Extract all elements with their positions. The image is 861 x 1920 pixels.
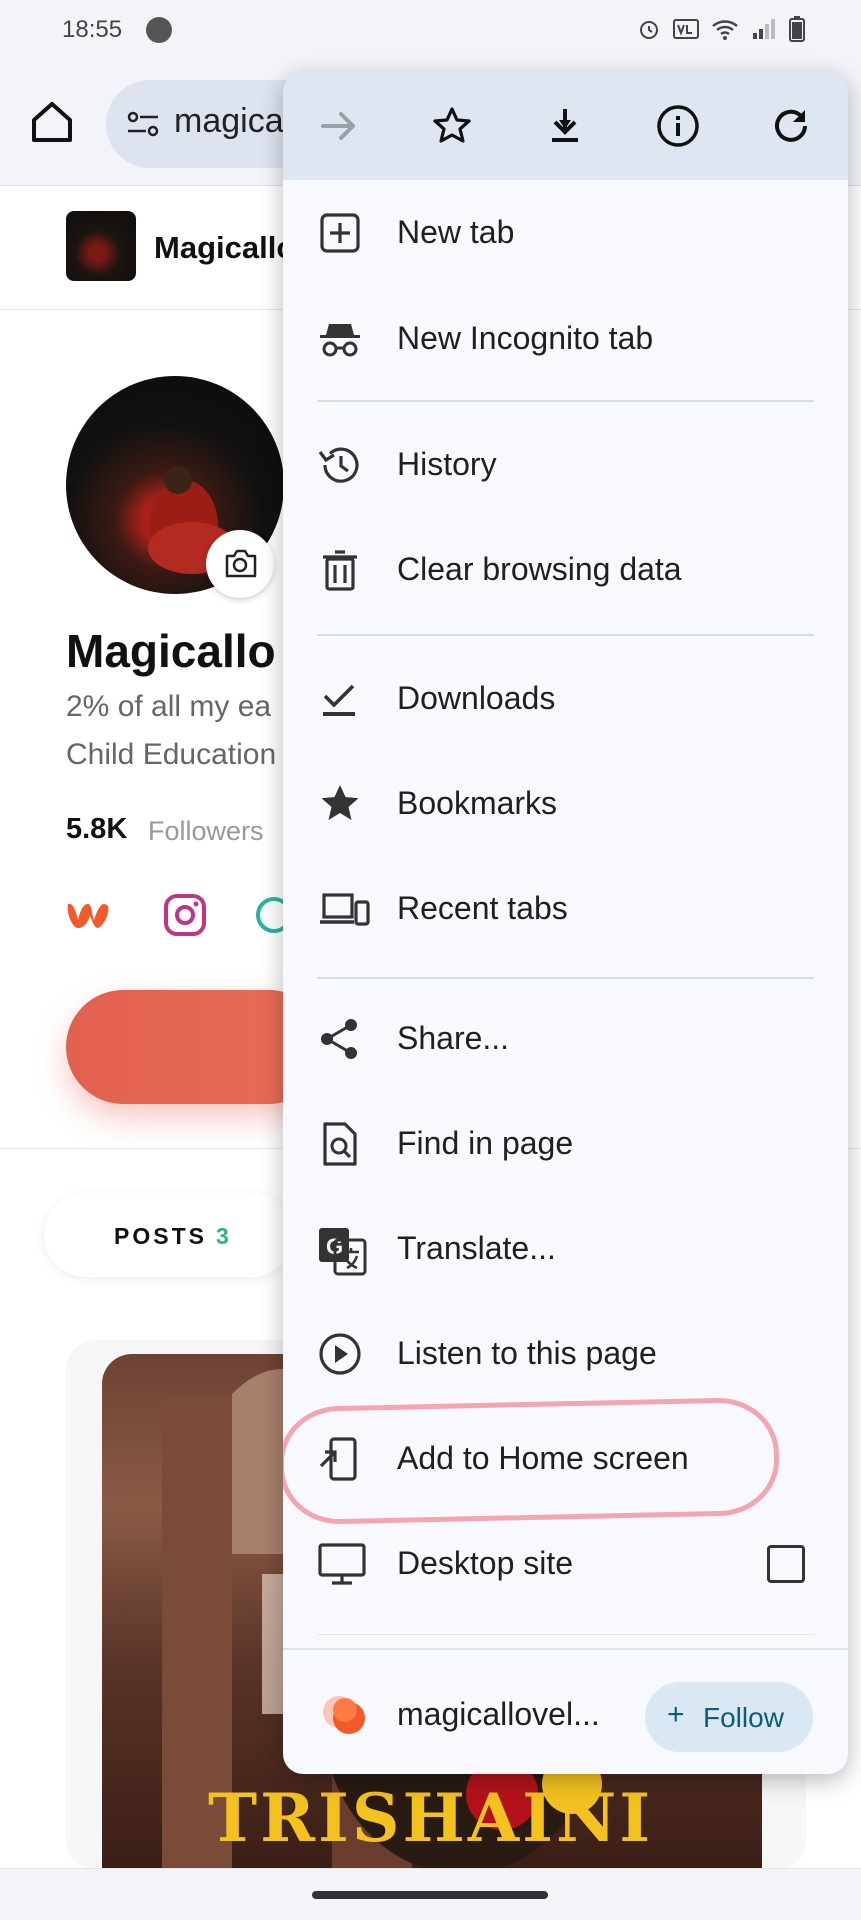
downloads-icon: [323, 684, 355, 716]
status-icons: [637, 16, 805, 42]
page-info-button[interactable]: [650, 98, 706, 154]
change-photo-button[interactable]: [206, 530, 274, 598]
forward-arrow-icon: [321, 112, 355, 140]
battery-icon: [789, 16, 805, 42]
navigation-bar: [0, 1868, 861, 1920]
tab-posts[interactable]: POSTS 3: [44, 1193, 294, 1277]
download-button[interactable]: [537, 98, 593, 154]
menu-item-translate[interactable]: G Translate...: [283, 1196, 848, 1300]
posts-count: 3: [216, 1223, 229, 1249]
plus-icon: +: [667, 1698, 685, 1731]
menu-item-clear-browsing-data[interactable]: Clear browsing data: [283, 517, 848, 621]
menu-item-label: Listen to this page: [397, 1335, 657, 1371]
page-brand[interactable]: Magicallo: [154, 230, 295, 266]
menu-item-label: Share...: [397, 1020, 510, 1056]
devices-icon: [320, 893, 370, 926]
download-icon: [552, 109, 578, 142]
status-bar: 18:55: [0, 0, 861, 62]
menu-item-label: Bookmarks: [397, 785, 558, 821]
followers-count[interactable]: 5.8K: [66, 813, 127, 846]
menu-item-label: New Incognito tab: [397, 320, 654, 356]
trash-icon: [323, 550, 357, 591]
menu-item-label: Downloads: [397, 680, 556, 716]
instagram-icon[interactable]: [164, 894, 206, 936]
volte-icon: [673, 19, 699, 39]
menu-item-bookmarks[interactable]: Bookmarks: [283, 751, 848, 855]
menu-divider: [317, 1634, 814, 1635]
menu-item-downloads[interactable]: Downloads: [283, 646, 848, 750]
highlight-annotation: [283, 1396, 781, 1526]
wifi-icon: [712, 20, 738, 40]
camera-icon: [225, 549, 257, 578]
menu-item-label: New tab: [397, 214, 515, 250]
menu-item-recent-tabs[interactable]: Recent tabs: [283, 856, 848, 960]
signal-icon: [753, 19, 775, 39]
star-filled-icon: [321, 785, 359, 820]
desktop-site-checkbox[interactable]: [767, 1545, 805, 1583]
menu-divider: [317, 400, 814, 402]
site-logo-icon: [323, 1696, 365, 1734]
incognito-icon: [320, 324, 360, 357]
share-icon: [321, 1019, 357, 1059]
profile-name: Magicallo: [66, 625, 276, 677]
follow-label: Follow: [703, 1702, 784, 1733]
followers-label[interactable]: Followers: [148, 816, 264, 847]
menu-item-label: Find in page: [397, 1125, 574, 1161]
posts-label: POSTS: [114, 1223, 207, 1249]
info-icon: [657, 105, 699, 147]
menu-item-desktop-site[interactable]: Desktop site: [283, 1511, 848, 1615]
menu-item-new-tab[interactable]: New tab: [283, 180, 848, 284]
social-links: [64, 890, 304, 940]
menu-item-new-incognito-tab[interactable]: New Incognito tab: [283, 286, 848, 390]
site-settings-icon[interactable]: [126, 108, 160, 140]
cover-title: TRISHAINI: [208, 1779, 654, 1857]
star-outline-icon: [433, 107, 471, 143]
menu-action-bar: [283, 72, 848, 180]
menu-item-share[interactable]: Share...: [283, 986, 848, 1090]
menu-item-label: History: [397, 446, 497, 482]
menu-item-listen-to-this-page[interactable]: Listen to this page: [283, 1301, 848, 1405]
profile-bio-line-2: Child Education: [66, 738, 277, 771]
home-indicator[interactable]: [312, 1891, 548, 1899]
find-in-page-icon: [323, 1122, 357, 1166]
bookmark-button[interactable]: [424, 98, 480, 154]
refresh-icon: [775, 109, 807, 142]
menu-item-history[interactable]: History: [283, 412, 848, 516]
alarm-icon: [640, 21, 658, 39]
forward-button[interactable]: [311, 98, 367, 154]
translate-icon: G: [319, 1228, 367, 1276]
menu-divider: [317, 634, 814, 636]
site-name: magicallovel...: [397, 1696, 600, 1732]
menu-item-label: Recent tabs: [397, 890, 568, 926]
menu-divider: [317, 977, 814, 979]
history-icon: [318, 447, 359, 483]
menu-follow-row: magicallovel... + Follow: [283, 1648, 848, 1774]
reload-button[interactable]: [763, 98, 819, 154]
page-logo[interactable]: [66, 211, 136, 281]
new-tab-icon: [320, 213, 360, 253]
follow-button[interactable]: + Follow: [645, 1682, 813, 1752]
wattpad-icon[interactable]: [67, 903, 109, 928]
home-icon[interactable]: [26, 96, 78, 148]
play-circle-icon: [319, 1333, 361, 1375]
menu-item-find-in-page[interactable]: Find in page: [283, 1091, 848, 1195]
url-text[interactable]: magica: [174, 102, 284, 141]
menu-item-label: Desktop site: [397, 1545, 574, 1581]
menu-item-label: Translate...: [397, 1230, 556, 1266]
status-time: 18:55: [62, 16, 123, 43]
desktop-icon: [318, 1543, 366, 1585]
profile-bio-line-1: 2% of all my ea: [66, 690, 272, 723]
browser-menu: New tab New Incognito tab History Clear …: [283, 72, 848, 1774]
menu-item-label: Clear browsing data: [397, 551, 682, 587]
notification-icon: [146, 17, 172, 43]
